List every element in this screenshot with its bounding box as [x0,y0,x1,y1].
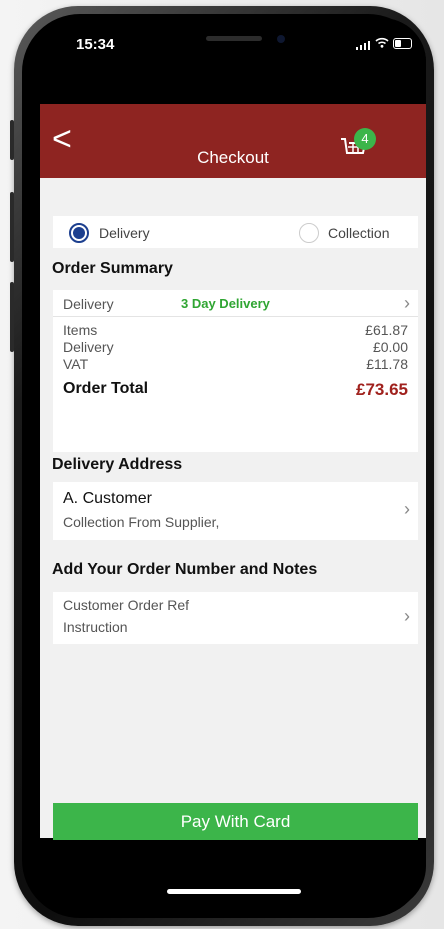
line-item-label: VAT [63,356,89,372]
chevron-right-icon: › [404,293,410,313]
notch [138,18,330,66]
delivery-address-heading: Delivery Address [52,456,183,473]
fulfilment-toggle: Delivery Collection [53,216,418,248]
battery-icon [393,38,412,49]
app-header: < Checkout 4 [40,104,426,178]
page-title: Checkout [197,148,269,167]
order-summary-card: Delivery 3 Day Delivery › Items £61.87 D… [53,290,418,452]
pay-with-card-button[interactable]: Pay With Card [53,803,418,840]
order-notes-heading: Add Your Order Number and Notes [52,561,318,578]
line-item-value: £0.00 [372,339,408,355]
delivery-option-row[interactable]: Delivery 3 Day Delivery › [53,290,418,316]
line-item-label: Delivery [63,339,114,355]
order-notes-row[interactable]: Customer Order Ref Instruction › [53,592,418,644]
order-total-value: £73.65 [356,380,408,399]
line-item-value: £11.78 [366,356,408,372]
line-item-row: Delivery £0.00 [63,339,408,355]
phone-screen: 15:34 < Checkout 4 Delivery Collection O… [40,18,426,910]
delivery-option-label: Delivery [63,296,114,312]
volume-down-button [10,282,14,352]
delivery-address-row[interactable]: A. Customer Collection From Supplier, › [53,482,418,540]
delivery-radio-label[interactable]: Delivery [99,225,150,241]
checkout-content: Delivery Collection Order Summary Delive… [40,178,426,840]
status-time: 15:34 [76,36,115,53]
address-name: A. Customer [63,490,152,507]
line-item-value: £61.87 [365,322,408,338]
chevron-right-icon: › [404,499,410,519]
delivery-option-value: 3 Day Delivery [181,296,270,311]
camera-icon [277,35,285,43]
wifi-icon [375,37,389,51]
delivery-radio[interactable] [69,223,89,243]
instruction-label: Instruction [63,619,128,635]
address-line: Collection From Supplier, [63,514,220,530]
collection-radio-label[interactable]: Collection [328,225,389,241]
speaker-icon [206,36,262,41]
line-item-row: Items £61.87 [63,322,408,338]
order-total-label: Order Total [63,380,149,397]
home-indicator[interactable] [167,889,301,894]
chevron-right-icon: › [404,606,410,626]
cart-count-badge: 4 [354,128,376,150]
volume-up-button [10,192,14,262]
line-item-label: Items [63,322,98,338]
signal-icon [356,40,370,50]
order-summary-heading: Order Summary [52,260,173,277]
divider [53,316,418,317]
customer-order-ref-label: Customer Order Ref [63,597,190,613]
collection-radio[interactable] [299,223,319,243]
mute-switch [10,120,14,160]
line-item-row: VAT £11.78 [63,356,408,372]
order-total-row: Order Total £73.65 [63,380,408,399]
